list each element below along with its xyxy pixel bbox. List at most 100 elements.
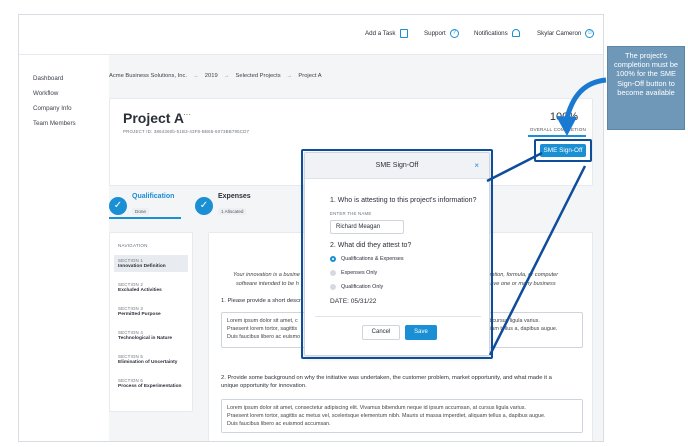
nav-section-3[interactable]: SECTION 3 Permitted Purpose xyxy=(114,303,188,320)
notifications-label: Notifications xyxy=(474,29,508,37)
section-number: SECTION 6 xyxy=(118,378,143,383)
step-badge: Done xyxy=(132,208,149,215)
section-name: Permitted Purpose xyxy=(118,312,161,317)
section-navigation: NAVIGATION SECTION 1 Innovation Definitio… xyxy=(109,232,193,412)
sidebar-item-company-info[interactable]: Company Info xyxy=(33,101,113,116)
intro-line-2-right: m have one or many business xyxy=(481,281,556,287)
step-qualification[interactable]: ✓ Qualification Done xyxy=(109,193,174,218)
breadcrumb-year[interactable]: 2019 xyxy=(205,73,218,79)
name-field-label: ENTER THE NAME xyxy=(330,211,372,216)
more-options-icon[interactable]: ··· xyxy=(183,110,191,119)
radio-selected-icon xyxy=(330,256,336,262)
section-number: SECTION 4 xyxy=(118,330,143,335)
step-badge: 1 Allocated xyxy=(218,208,247,215)
dialog-header: SME Sign-Off × xyxy=(305,153,489,179)
section-number: SECTION 5 xyxy=(118,354,143,359)
answer-1-line-1: Lorem ipsum dolor sit amet, c xyxy=(227,318,298,324)
add-task-label: Add a Task xyxy=(365,30,396,37)
check-icon: ✓ xyxy=(109,196,127,215)
breadcrumb-arrow-icon: → xyxy=(223,73,230,79)
intro-line-2-left: software intended to be h xyxy=(236,281,299,287)
user-menu[interactable]: Skylar Cameron ☺ xyxy=(537,29,595,38)
navigation-heading: NAVIGATION xyxy=(118,243,148,248)
section-number: SECTION 1 xyxy=(118,258,143,263)
answer-1-line-2-right: liam tellus a, dapibus augue. xyxy=(489,326,558,332)
answer-2-line-2: Praesent lorem tortor, sagittis ac metus… xyxy=(227,413,546,419)
sidebar-item-team-members[interactable]: Team Members xyxy=(33,116,113,131)
question-2-line-2: unique opportunity for innovation. xyxy=(221,383,307,389)
nav-section-5[interactable]: SECTION 5 Elimination of Uncertainty xyxy=(114,351,188,368)
section-name: Process of Experimentation xyxy=(118,384,182,389)
attester-name-input[interactable]: Richard Meagan xyxy=(330,220,404,234)
radio-label: Qualification Only xyxy=(341,284,384,290)
radio-expenses-only[interactable]: Expenses Only xyxy=(330,270,377,276)
sme-button-highlight xyxy=(534,139,592,162)
intro-line-1-right: invention, formula, or computer xyxy=(481,272,559,278)
question-2: 2. Provide some background on why the in… xyxy=(221,374,552,390)
bell-icon xyxy=(511,29,520,37)
completion-label: OVERALL COMPLETION xyxy=(529,127,586,132)
notifications-link[interactable]: Notifications xyxy=(474,29,520,37)
help-icon: ? xyxy=(449,29,459,38)
radio-qualification-only[interactable]: Qualification Only xyxy=(330,284,383,290)
question-1: 1. Please provide a short descri xyxy=(221,298,303,304)
dialog-title: SME Sign-Off xyxy=(375,162,419,169)
breadcrumb-arrow-icon: → xyxy=(192,73,199,79)
radio-unselected-icon xyxy=(330,270,336,276)
answer-1-line-2: Praesent lorem tortor, sagittis xyxy=(227,326,298,332)
project-id: PROJECT ID: 3864360b-51B3-43F8-BB65-6073… xyxy=(123,129,250,134)
nav-section-1[interactable]: SECTION 1 Innovation Definition xyxy=(114,255,188,272)
completion-percent: 100% xyxy=(549,111,578,123)
section-name: Innovation Definition xyxy=(118,264,166,269)
user-name: Skylar Cameron xyxy=(537,30,582,37)
breadcrumb: Acme Business Solutions, Inc. → 2019 → S… xyxy=(109,73,322,79)
cancel-button[interactable]: Cancel xyxy=(362,325,400,340)
nav-section-4[interactable]: SECTION 4 Technological in Nature xyxy=(114,327,188,344)
add-task-link[interactable]: Add a Task xyxy=(365,29,408,38)
section-name: Elimination of Uncertainty xyxy=(118,360,178,365)
completion-progress-bar xyxy=(528,135,586,137)
save-button[interactable]: Save xyxy=(405,325,437,340)
question-2-line-1: 2. Provide some background on why the in… xyxy=(221,375,552,381)
sign-off-date: DATE: 05/31/22 xyxy=(330,298,377,305)
attest-question: 1. Who is attesting to this project's in… xyxy=(330,197,477,204)
answer-2-line-1: Lorem ipsum dolor sit amet, consectetur … xyxy=(227,405,526,411)
breadcrumb-selected-projects[interactable]: Selected Projects xyxy=(235,73,280,79)
page-title: Project A xyxy=(123,110,184,126)
answer-1-line-3: Duis faucibus libero ac euismo xyxy=(227,334,301,340)
section-name: Excluded Activities xyxy=(118,288,162,293)
section-number: SECTION 2 xyxy=(118,282,143,287)
support-link[interactable]: Support ? xyxy=(424,29,459,38)
breadcrumb-project: Project A xyxy=(298,73,322,79)
step-title: Qualification xyxy=(132,193,175,200)
task-icon xyxy=(399,29,408,38)
close-icon[interactable]: × xyxy=(474,153,479,179)
radio-label: Expenses Only xyxy=(341,270,378,276)
step-title: Expenses xyxy=(218,193,251,200)
step-expenses[interactable]: ✓ Expenses 1 Allocated xyxy=(195,193,251,218)
sidebar-item-workflow[interactable]: Workflow xyxy=(33,86,113,101)
radio-label: Qualifications & Expenses xyxy=(341,256,404,262)
radio-qualifications-expenses[interactable]: Qualifications & Expenses xyxy=(330,256,404,262)
breadcrumb-arrow-icon: → xyxy=(286,73,293,79)
user-icon: ☺ xyxy=(585,29,595,38)
section-name: Technological in Nature xyxy=(118,336,173,341)
check-icon: ✓ xyxy=(195,196,213,215)
sidebar-item-dashboard[interactable]: Dashboard xyxy=(33,71,113,86)
section-number: SECTION 3 xyxy=(118,306,143,311)
attest-scope-question: 2. What did they attest to? xyxy=(330,242,412,249)
annotation-callout: The project's completion must be 100% fo… xyxy=(607,46,685,130)
active-step-indicator xyxy=(109,217,181,219)
sme-sign-off-dialog: SME Sign-Off × 1. Who is attesting to th… xyxy=(304,152,490,356)
top-bar: Add a Task Support ? Notifications Skyla… xyxy=(19,15,603,55)
sidebar: Dashboard Workflow Company Info Team Mem… xyxy=(33,71,113,131)
dialog-divider xyxy=(315,316,481,317)
answer-2-line-3: Duis faucibus libero ac euismod accumsan… xyxy=(227,421,331,427)
answer-2-field[interactable]: Lorem ipsum dolor sit amet, consectetur … xyxy=(221,399,583,433)
radio-unselected-icon xyxy=(330,284,336,290)
nav-section-6[interactable]: SECTION 6 Process of Experimentation xyxy=(114,375,188,392)
nav-section-2[interactable]: SECTION 2 Excluded Activities xyxy=(114,279,188,296)
intro-line-1-left: Your innovation is a busine xyxy=(233,272,300,278)
breadcrumb-company[interactable]: Acme Business Solutions, Inc. xyxy=(109,73,187,79)
support-label: Support xyxy=(424,30,446,37)
